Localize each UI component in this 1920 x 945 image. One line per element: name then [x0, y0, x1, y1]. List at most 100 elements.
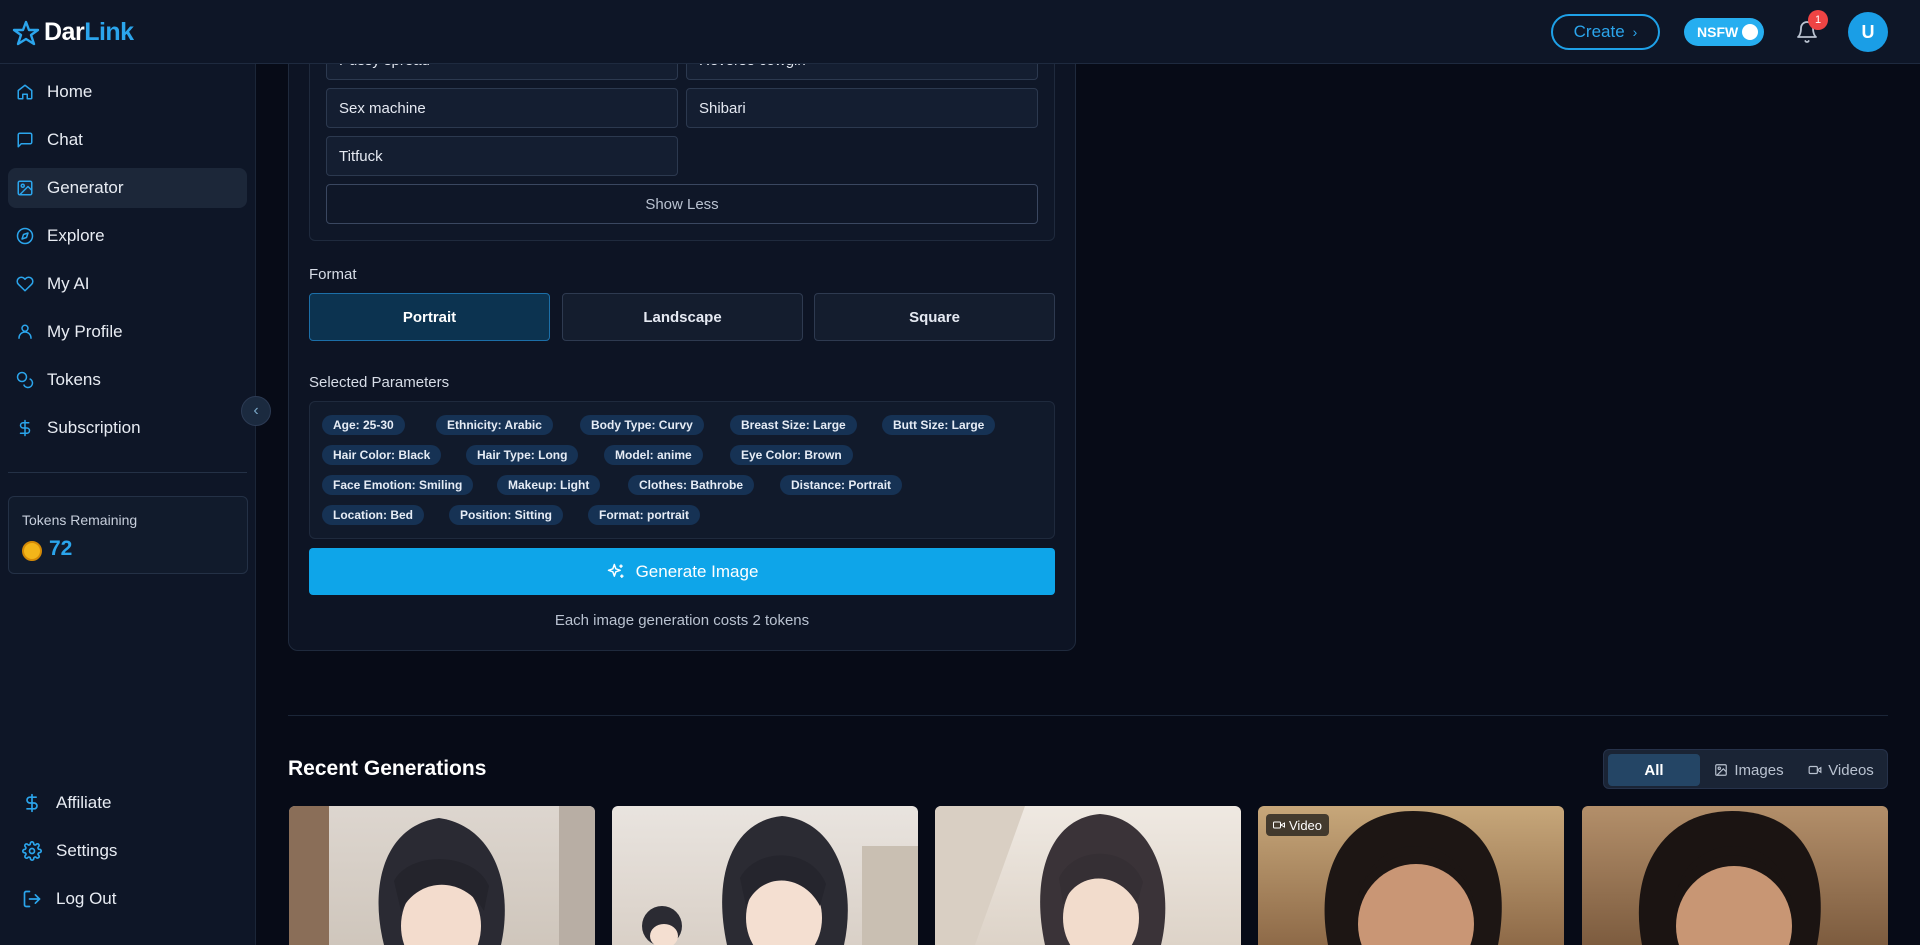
- logout-icon: [23, 890, 41, 908]
- sidebar-item-generator[interactable]: Generator: [8, 168, 247, 208]
- parameter-chip: Format: portrait: [588, 505, 700, 525]
- show-less-button[interactable]: Show Less: [326, 184, 1038, 224]
- sidebar-item-my-profile[interactable]: My Profile: [8, 312, 247, 352]
- sidebar-item-label: Subscription: [47, 418, 141, 437]
- filter-all-button[interactable]: All: [1608, 754, 1700, 786]
- format-square-button[interactable]: Square: [814, 293, 1055, 341]
- collapse-sidebar-button[interactable]: ‹: [241, 396, 271, 426]
- generate-image-button[interactable]: Generate Image: [309, 548, 1055, 595]
- generation-thumbnail[interactable]: [289, 806, 595, 945]
- coin-icon: [22, 541, 42, 561]
- chevron-left-icon: ‹: [253, 402, 259, 419]
- cost-note: Each image generation costs 2 tokens: [554, 612, 810, 629]
- pose-option[interactable]: Sex machine: [326, 88, 678, 128]
- gear-icon: [22, 841, 42, 861]
- home-icon: [17, 84, 33, 100]
- generate-label: Generate Image: [635, 561, 759, 581]
- pose-label: Titfuck: [339, 147, 383, 165]
- parameter-chip: Ethnicity: Arabic: [436, 415, 553, 435]
- create-button[interactable]: Create ›: [1551, 14, 1660, 50]
- filter-label: Images: [1734, 761, 1784, 779]
- video-icon: [1273, 821, 1285, 829]
- parameter-chip: Model: anime: [604, 445, 703, 465]
- video-badge-label: Video: [1289, 817, 1323, 833]
- generated-image: [1638, 811, 1821, 945]
- nsfw-label: NSFW: [1697, 24, 1739, 40]
- sidebar-item-subscription[interactable]: Subscription: [8, 408, 247, 448]
- sidebar-item-label: My Profile: [47, 322, 123, 341]
- sidebar-item-home[interactable]: Home: [8, 72, 247, 112]
- sidebar: Home Chat Generator Explore My AI My Pro…: [0, 64, 256, 945]
- generation-thumbnail-video[interactable]: Video: [1258, 806, 1564, 945]
- top-bar: DarLink Create › NSFW 1 U: [0, 0, 1920, 64]
- generation-thumbnail[interactable]: [935, 806, 1241, 945]
- parameter-chip: Distance: Portrait: [780, 475, 903, 495]
- sidebar-item-label: Affiliate: [56, 793, 112, 812]
- sidebar-item-label: Home: [47, 82, 93, 101]
- parameter-chip: Eye Color: Brown: [730, 445, 853, 465]
- star-logo-icon: [12, 20, 40, 45]
- sidebar-item-label: Explore: [47, 226, 105, 245]
- chat-icon: [17, 132, 33, 148]
- sidebar-item-label: Log Out: [56, 889, 117, 908]
- section-divider: [288, 715, 1888, 716]
- generated-image: [289, 806, 595, 945]
- video-badge: Video: [1266, 814, 1330, 836]
- parameter-chip: Face Emotion: Smiling: [322, 475, 474, 495]
- parameter-chip: Breast Size: Large: [730, 415, 857, 435]
- filter-label: Videos: [1828, 761, 1874, 779]
- tokens-label: Tokens Remaining: [22, 512, 138, 528]
- notification-badge: 1: [1808, 10, 1828, 30]
- sidebar-item-tokens[interactable]: Tokens: [8, 360, 247, 400]
- parameter-chip: Makeup: Light: [497, 475, 601, 495]
- nsfw-toggle[interactable]: NSFW: [1684, 18, 1764, 46]
- selected-parameters-label: Selected Parameters: [309, 374, 450, 391]
- generated-image: [642, 816, 918, 945]
- recent-generations-title: Recent Generations: [288, 757, 487, 780]
- parameter-chip: Body Type: Curvy: [580, 415, 704, 435]
- format-landscape-button[interactable]: Landscape: [562, 293, 803, 341]
- filter-images-button[interactable]: Images: [1708, 754, 1790, 786]
- sidebar-item-logout[interactable]: Log Out: [22, 884, 117, 914]
- sidebar-item-label: Chat: [47, 130, 83, 149]
- sidebar-item-label: Generator: [47, 178, 124, 197]
- video-icon: [1808, 765, 1822, 775]
- pose-label: Shibari: [699, 99, 746, 117]
- parameter-chip: Age: 25-30: [322, 415, 405, 435]
- user-avatar[interactable]: U: [1848, 12, 1888, 52]
- sidebar-item-label: My AI: [47, 274, 90, 293]
- format-label: Format: [309, 266, 357, 283]
- pose-label: Sex machine: [339, 99, 426, 117]
- create-label: Create: [1573, 22, 1625, 41]
- pose-option[interactable]: Shibari: [686, 88, 1038, 128]
- toggle-knob: [1742, 24, 1758, 40]
- image-icon: [17, 180, 33, 196]
- sidebar-divider: [8, 472, 247, 473]
- sidebar-item-label: Settings: [56, 841, 118, 860]
- parameter-chip: Location: Bed: [322, 505, 424, 525]
- filter-label: All: [1644, 761, 1664, 779]
- sidebar-item-affiliate[interactable]: Affiliate: [22, 788, 111, 818]
- brand-logo[interactable]: DarLink: [12, 18, 134, 47]
- generation-thumbnail[interactable]: [612, 806, 918, 945]
- compass-icon: [16, 227, 34, 245]
- sidebar-item-settings[interactable]: Settings: [22, 836, 117, 866]
- sidebar-item-label: Tokens: [47, 370, 101, 389]
- sidebar-item-chat[interactable]: Chat: [8, 120, 247, 160]
- format-portrait-button[interactable]: Portrait: [309, 293, 550, 341]
- sidebar-item-my-ai[interactable]: My AI: [8, 264, 247, 304]
- user-icon: [18, 324, 32, 339]
- parameter-chip: Butt Size: Large: [882, 415, 996, 435]
- dollar-icon: [26, 793, 38, 813]
- brand-name: DarLink: [44, 18, 134, 46]
- parameter-chip: Hair Color: Black: [322, 445, 442, 465]
- parameter-chip: Hair Type: Long: [466, 445, 579, 465]
- sparkles-icon: [607, 563, 624, 578]
- generated-image: [935, 806, 1166, 945]
- sidebar-item-explore[interactable]: Explore: [8, 216, 247, 256]
- filter-videos-button[interactable]: Videos: [1798, 754, 1884, 786]
- tokens-card: Tokens Remaining 72: [8, 496, 248, 574]
- pose-option[interactable]: Titfuck: [326, 136, 678, 176]
- chevron-right-icon: ›: [1632, 24, 1638, 40]
- generation-thumbnail[interactable]: [1582, 806, 1888, 945]
